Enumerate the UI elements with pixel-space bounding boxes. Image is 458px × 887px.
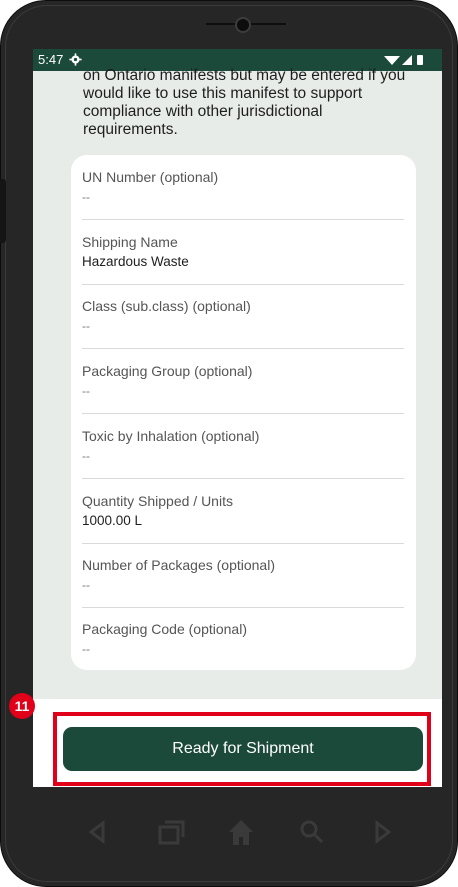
field-value: Hazardous Waste xyxy=(82,254,189,269)
field-class: Class (sub.class) (optional) -- xyxy=(82,284,404,349)
field-label: UN Number (optional) xyxy=(82,169,219,185)
field-value: -- xyxy=(82,190,90,204)
field-packaging-code: Packaging Code (optional) -- xyxy=(82,607,404,671)
wifi-icon xyxy=(384,56,400,65)
system-nav-bar xyxy=(61,817,401,853)
annotation-step-badge: 11 xyxy=(9,693,35,719)
field-label: Shipping Name xyxy=(82,234,178,250)
field-label: Toxic by Inhalation (optional) xyxy=(82,428,260,444)
field-number-of-packages: Number of Packages (optional) -- xyxy=(82,543,404,608)
field-label: Quantity Shipped / Units xyxy=(82,493,233,509)
field-value: -- xyxy=(82,319,90,333)
back-icon[interactable] xyxy=(83,817,113,847)
field-toxic-by-inhalation: Toxic by Inhalation (optional) -- xyxy=(82,414,404,479)
field-quantity-shipped: Quantity Shipped / Units 1000.00 L xyxy=(82,479,404,544)
field-un-number: UN Number (optional) -- xyxy=(82,155,404,220)
field-label: Packaging Group (optional) xyxy=(82,363,253,379)
recent-apps-icon[interactable] xyxy=(156,817,186,847)
annotation-highlight-box xyxy=(53,712,431,786)
phone-frame: 5:47 on Ontario manifests but may be ent… xyxy=(0,0,458,887)
gear-icon xyxy=(69,53,82,66)
battery-icon xyxy=(417,55,423,65)
search-icon[interactable] xyxy=(297,817,327,847)
field-shipping-name: Shipping Name Hazardous Waste xyxy=(82,220,404,285)
side-button xyxy=(0,179,6,243)
field-label: Class (sub.class) (optional) xyxy=(82,298,251,314)
field-value: -- xyxy=(82,449,90,463)
status-time: 5:47 xyxy=(38,52,64,67)
app-screen: 5:47 on Ontario manifests but may be ent… xyxy=(33,49,442,787)
field-value: -- xyxy=(82,384,90,398)
field-value: -- xyxy=(82,642,90,656)
field-value: 1000.00 L xyxy=(82,513,143,528)
home-icon[interactable] xyxy=(226,817,256,847)
status-icons-group xyxy=(384,55,423,65)
field-value: -- xyxy=(82,578,90,592)
front-camera xyxy=(235,17,251,33)
field-label: Number of Packages (optional) xyxy=(82,557,275,573)
intro-text: on Ontario manifests but may be entered … xyxy=(83,67,406,138)
forward-icon[interactable] xyxy=(367,817,397,847)
signal-icon xyxy=(402,55,412,65)
waste-details-card: UN Number (optional) -- Shipping Name Ha… xyxy=(71,155,416,670)
field-packaging-group: Packaging Group (optional) -- xyxy=(82,349,404,414)
field-label: Packaging Code (optional) xyxy=(82,621,247,637)
